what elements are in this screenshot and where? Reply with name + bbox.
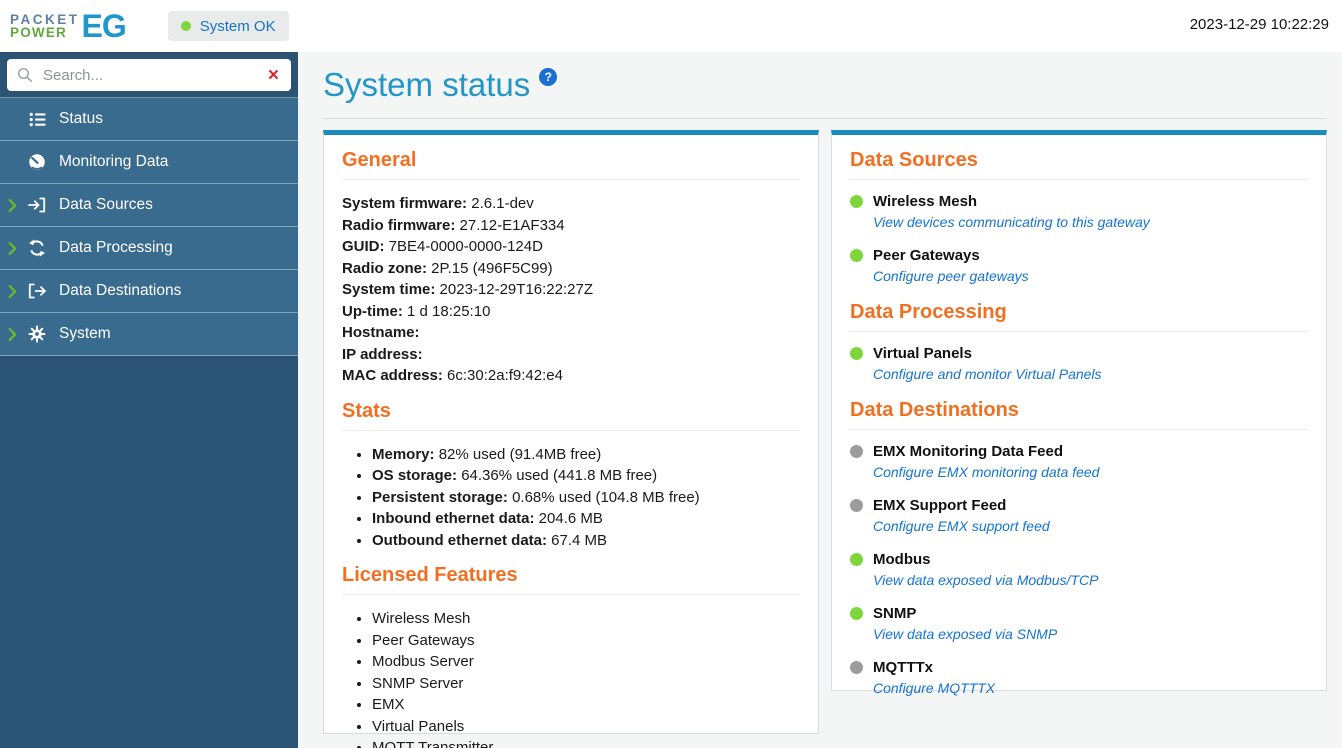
search-icon bbox=[17, 67, 33, 83]
status-dot-icon bbox=[180, 21, 191, 31]
datetime-display: 2023-12-29 10:22:29 bbox=[1189, 16, 1329, 33]
stat-memory: Memory: 82% used (91.4MB free) bbox=[372, 444, 800, 466]
feature-item: Modbus Server bbox=[372, 651, 800, 673]
feature-item: SNMP Server bbox=[372, 673, 800, 695]
status-item-virtual-panels: Virtual Panels Configure and monitor Vir… bbox=[850, 345, 1308, 384]
field-guid: GUID: 7BE4-0000-0000-124D bbox=[342, 238, 543, 255]
status-dot-icon bbox=[850, 661, 863, 674]
status-dot-icon bbox=[850, 195, 863, 208]
search-input[interactable] bbox=[41, 65, 258, 85]
status-item-modbus: Modbus View data exposed via Modbus/TCP bbox=[850, 551, 1308, 590]
field-radio-zone: Radio zone: 2P.15 (496F5C99) bbox=[342, 259, 553, 277]
sidebar-item-label: Data Processing bbox=[59, 239, 173, 256]
sidebar-item-system[interactable]: System bbox=[0, 313, 298, 356]
field-hostname: Hostname: bbox=[342, 324, 420, 341]
app-logo[interactable]: PACKET POWER EG bbox=[10, 7, 127, 45]
chevron-right-icon bbox=[8, 198, 26, 212]
status-dot-icon bbox=[850, 445, 863, 458]
feature-item: Virtual Panels bbox=[372, 716, 800, 738]
sidebar-item-data-processing[interactable]: Data Processing bbox=[0, 227, 298, 270]
link-configure-emx-monitoring-feed[interactable]: Configure EMX monitoring data feed bbox=[873, 464, 1099, 480]
sidebar-item-data-sources[interactable]: Data Sources bbox=[0, 184, 298, 227]
logo-line2: POWER bbox=[10, 25, 68, 40]
system-info-card: General System firmware: 2.6.1-dev Radio… bbox=[323, 130, 819, 748]
status-dot-icon bbox=[850, 347, 863, 360]
services-status-card: Data Sources Wireless Mesh View devices … bbox=[831, 130, 1327, 696]
general-fields: System firmware: 2.6.1-dev Radio firmwar… bbox=[342, 193, 800, 387]
search-container: × bbox=[0, 52, 298, 97]
list-icon bbox=[26, 111, 48, 128]
logo-wordmark: PACKET POWER bbox=[10, 13, 80, 40]
sidebar-nav: Status Monitoring Data Data Sources Data… bbox=[0, 97, 298, 356]
feature-item: MQTT Transmitter bbox=[372, 737, 800, 748]
licensed-features-list: Wireless Mesh Peer Gateways Modbus Serve… bbox=[342, 608, 800, 748]
help-icon[interactable]: ? bbox=[539, 68, 558, 86]
sidebar-item-status[interactable]: Status bbox=[0, 98, 298, 141]
link-configure-peer-gateways[interactable]: Configure peer gateways bbox=[873, 268, 1029, 284]
field-system-firmware: System firmware: 2.6.1-dev bbox=[342, 195, 534, 212]
data-processing-heading: Data Processing bbox=[850, 301, 1308, 332]
feature-item: Peer Gateways bbox=[372, 630, 800, 652]
chevron-right-icon bbox=[8, 284, 26, 298]
gear-icon bbox=[26, 325, 48, 343]
field-system-time: System time: 2023-12-29T16:22:27Z bbox=[342, 281, 593, 298]
status-item-emx-monitoring-feed: EMX Monitoring Data Feed Configure EMX m… bbox=[850, 443, 1308, 482]
chevron-right-icon bbox=[8, 327, 26, 341]
data-in-icon bbox=[26, 196, 48, 214]
stat-outbound-ethernet: Outbound ethernet data: 67.4 MB bbox=[372, 530, 800, 552]
gauge-icon bbox=[26, 153, 48, 171]
field-radio-firmware: Radio firmware: 27.12-E1AF334 bbox=[342, 216, 565, 234]
field-ip-address: IP address: bbox=[342, 345, 423, 363]
main-content: System status ? General System firmware:… bbox=[298, 52, 1342, 748]
data-sources-heading: Data Sources bbox=[850, 149, 1308, 180]
stat-os-storage: OS storage: 64.36% used (441.8 MB free) bbox=[372, 465, 800, 487]
status-dot-icon bbox=[850, 499, 863, 512]
status-item-snmp: SNMP View data exposed via SNMP bbox=[850, 605, 1308, 644]
page-title-text: System status bbox=[323, 66, 531, 103]
sidebar-item-label: Data Sources bbox=[59, 196, 153, 213]
stat-inbound-ethernet: Inbound ethernet data: 204.6 MB bbox=[372, 508, 800, 530]
field-mac-address: MAC address: 6c:30:2a:f9:42:e4 bbox=[342, 367, 563, 384]
stats-heading: Stats bbox=[342, 400, 800, 431]
status-item-emx-support-feed: EMX Support Feed Configure EMX support f… bbox=[850, 497, 1308, 536]
sync-icon bbox=[26, 239, 48, 257]
stat-persistent-storage: Persistent storage: 0.68% used (104.8 MB… bbox=[372, 487, 800, 509]
system-ok-label: System OK bbox=[199, 17, 276, 35]
status-item-wireless-mesh: Wireless Mesh View devices communicating… bbox=[850, 193, 1308, 232]
data-out-icon bbox=[26, 282, 48, 300]
sidebar-item-label: Monitoring Data bbox=[59, 153, 169, 170]
link-view-modbus-data[interactable]: View data exposed via Modbus/TCP bbox=[873, 572, 1098, 588]
sidebar: × Status bbox=[0, 52, 298, 748]
sidebar-item-label: Status bbox=[59, 110, 103, 127]
link-view-snmp-data[interactable]: View data exposed via SNMP bbox=[873, 626, 1057, 642]
link-configure-mqtttx[interactable]: Configure MQTTTX bbox=[873, 680, 995, 696]
search-clear-icon[interactable]: × bbox=[266, 66, 281, 85]
status-dot-icon bbox=[850, 249, 863, 262]
sidebar-item-label: System bbox=[59, 325, 111, 342]
stats-list: Memory: 82% used (91.4MB free) OS storag… bbox=[342, 444, 800, 552]
chevron-right-icon bbox=[8, 241, 26, 255]
data-destinations-heading: Data Destinations bbox=[850, 399, 1308, 430]
link-configure-virtual-panels[interactable]: Configure and monitor Virtual Panels bbox=[873, 366, 1102, 382]
status-dot-icon bbox=[850, 607, 863, 620]
page-title: System status ? bbox=[323, 66, 1327, 104]
system-ok-badge[interactable]: System OK bbox=[167, 11, 289, 41]
licensed-features-heading: Licensed Features bbox=[342, 564, 800, 595]
link-view-mesh-devices[interactable]: View devices communicating to this gatew… bbox=[873, 214, 1150, 230]
general-heading: General bbox=[342, 149, 800, 180]
logo-product: EG bbox=[81, 7, 127, 44]
search-box: × bbox=[7, 59, 291, 91]
sidebar-item-data-destinations[interactable]: Data Destinations bbox=[0, 270, 298, 313]
feature-item: Wireless Mesh bbox=[372, 608, 800, 630]
link-configure-emx-support-feed[interactable]: Configure EMX support feed bbox=[873, 518, 1050, 534]
status-dot-icon bbox=[850, 553, 863, 566]
sidebar-item-monitoring-data[interactable]: Monitoring Data bbox=[0, 141, 298, 184]
status-item-mqtttx: MQTTTx Configure MQTTTX bbox=[850, 659, 1308, 698]
field-up-time: Up-time: 1 d 18:25:10 bbox=[342, 302, 491, 320]
top-header: PACKET POWER EG System OK 2023-12-29 10:… bbox=[0, 0, 1342, 52]
feature-item: EMX bbox=[372, 694, 800, 716]
status-item-peer-gateways: Peer Gateways Configure peer gateways bbox=[850, 247, 1308, 286]
title-divider bbox=[323, 118, 1327, 119]
sidebar-item-label: Data Destinations bbox=[59, 282, 182, 299]
